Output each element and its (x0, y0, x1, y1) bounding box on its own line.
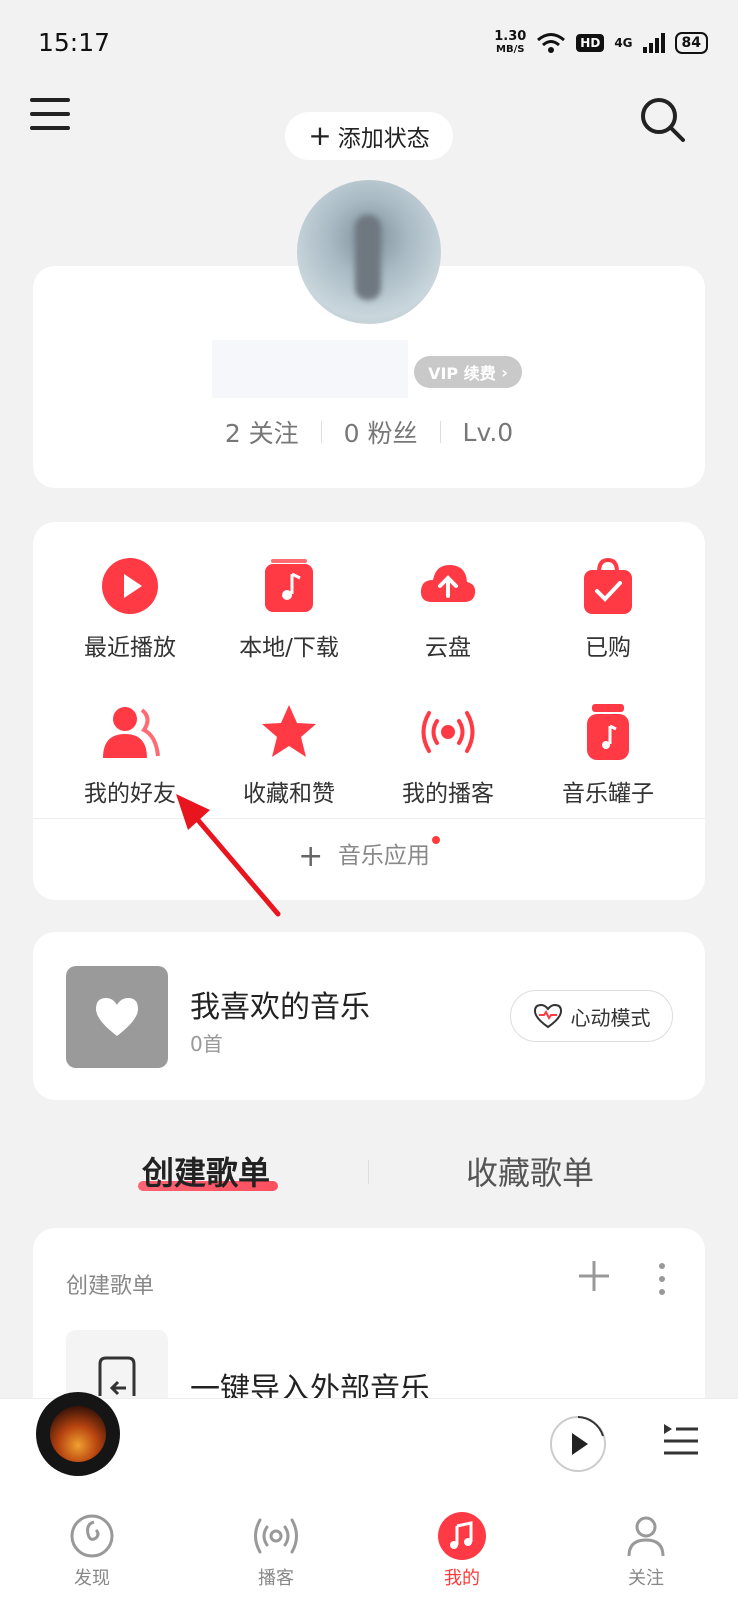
grid-item-friends[interactable]: 我的好友 (50, 702, 210, 808)
vip-renew-badge[interactable]: VIP 续费 › (414, 356, 522, 388)
tab-divider (368, 1160, 369, 1184)
star-icon (262, 705, 316, 757)
divider (33, 818, 705, 819)
grid-item-label: 音乐罐子 (562, 781, 654, 807)
grid-item-recent[interactable]: 最近播放 (50, 556, 210, 662)
tab-collected-playlists[interactable]: 收藏歌单 (466, 1148, 594, 1194)
signal-icon (642, 33, 665, 53)
follow-count[interactable]: 2 关注 (225, 414, 299, 450)
nav-label: 关注 (628, 1568, 664, 1589)
more-icon[interactable] (656, 1262, 668, 1296)
status-time: 15:17 (38, 28, 111, 57)
music-jar-icon (587, 704, 629, 760)
play-circle-icon (102, 558, 158, 614)
plus-icon: + (308, 119, 332, 152)
grid-item-local[interactable]: 本地/下载 (209, 556, 369, 662)
music-apps-label: 音乐应用 (337, 843, 430, 869)
hd-badge: HD (576, 34, 605, 52)
add-status-button[interactable]: + 添加状态 (285, 112, 453, 160)
liked-music-title: 我喜欢的音乐 (190, 990, 370, 1025)
grid-item-podcast[interactable]: 我的播客 (368, 702, 528, 808)
nav-label: 发现 (74, 1568, 110, 1589)
discover-icon (70, 1514, 114, 1558)
net-speed-value: 1.30 (494, 29, 527, 44)
nav-label: 播客 (258, 1568, 294, 1589)
wifi-icon (537, 33, 566, 53)
music-note-icon (438, 1512, 486, 1560)
nav-discover[interactable]: 发现 (42, 1512, 142, 1590)
stats-divider (320, 421, 322, 443)
cloud-upload-icon (420, 564, 476, 602)
playlist-queue-icon[interactable] (660, 1420, 700, 1460)
nav-follow[interactable]: 关注 (596, 1512, 696, 1590)
playlist-section-title: 创建歌单 (66, 1274, 155, 1299)
grid-item-label: 收藏和赞 (243, 781, 335, 807)
grid-item-music-jar[interactable]: 音乐罐子 (528, 702, 688, 808)
grid-item-purchased[interactable]: 已购 (528, 556, 688, 662)
grid-item-favorites[interactable]: 收藏和赞 (209, 702, 369, 808)
now-playing-album-art[interactable] (36, 1392, 120, 1476)
play-icon[interactable] (548, 1414, 608, 1474)
profile-stats: 2 关注 0 粉丝 Lv.0 (33, 414, 705, 450)
level[interactable]: Lv.0 (463, 418, 514, 447)
shopping-bag-icon (584, 557, 632, 614)
net-speed-unit: MB/S (496, 44, 525, 55)
search-icon[interactable] (638, 95, 688, 145)
username (212, 340, 408, 398)
grid-item-label: 已购 (585, 635, 631, 661)
nav-mine[interactable]: 我的 (412, 1512, 512, 1590)
heartbeat-icon (533, 1003, 562, 1029)
follow-icon (627, 1516, 665, 1557)
stats-divider (439, 421, 441, 443)
podcast-icon (421, 711, 475, 753)
music-apps-button[interactable]: + 音乐应用 (33, 836, 705, 874)
heart-mode-label: 心动模式 (570, 1005, 651, 1030)
grid-item-cloud[interactable]: 云盘 (368, 556, 528, 662)
nav-label: 我的 (444, 1568, 480, 1589)
add-icon[interactable] (576, 1258, 612, 1294)
tab-created-playlists[interactable]: 创建歌单 (142, 1148, 270, 1194)
fans-count[interactable]: 0 粉丝 (344, 414, 418, 450)
plus-icon: + (298, 839, 324, 874)
grid-item-label: 云盘 (425, 635, 471, 661)
friends-icon (103, 707, 160, 758)
grid-item-label: 我的好友 (84, 781, 176, 807)
menu-icon[interactable] (30, 98, 70, 134)
heart-mode-button[interactable]: 心动模式 (510, 990, 673, 1042)
add-status-label: 添加状态 (337, 126, 430, 152)
music-note-icon (265, 559, 313, 612)
import-icon (98, 1356, 136, 1396)
net-speed: 1.30 MB/S (494, 30, 526, 56)
liked-music-count: 0首 (190, 1032, 223, 1056)
grid-item-label: 本地/下载 (239, 635, 339, 661)
grid-item-label: 最近播放 (84, 635, 176, 661)
avatar[interactable] (297, 180, 441, 324)
podcast-icon (254, 1518, 298, 1554)
notification-dot (431, 836, 440, 844)
vip-badge-label: VIP 续费 (428, 364, 496, 383)
battery-indicator: 84 (674, 32, 708, 54)
liked-music-cover[interactable] (66, 966, 168, 1068)
grid-item-label: 我的播客 (402, 781, 494, 807)
heart-icon (96, 998, 138, 1036)
nav-podcast[interactable]: 播客 (226, 1512, 326, 1590)
signal-label: 4G (614, 36, 633, 50)
status-icons: 1.30 MB/S HD 4G 84 (494, 30, 708, 56)
